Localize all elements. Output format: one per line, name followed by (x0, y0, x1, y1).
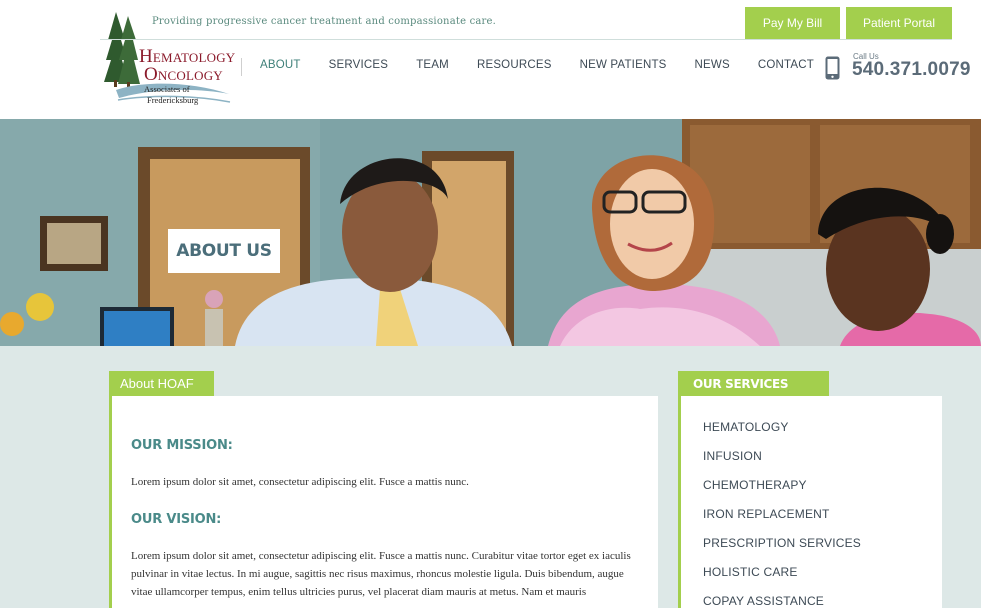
nav-item-contact[interactable]: CONTACT (744, 59, 828, 71)
nav-item-new-patients[interactable]: NEW PATIENTS (566, 59, 681, 71)
mission-heading: OUR MISSION: (131, 438, 233, 453)
hero-banner: ABOUT US (0, 119, 981, 346)
nav-item-team[interactable]: TEAM (402, 59, 463, 71)
service-link-iron-replacement[interactable]: IRON REPLACEMENT (703, 507, 861, 536)
vision-text: Lorem ipsum dolor sit amet, consectetur … (131, 550, 631, 598)
service-link-infusion[interactable]: INFUSION (703, 449, 861, 478)
mobile-phone-icon (825, 56, 840, 80)
nav-divider (241, 58, 242, 76)
service-link-copay-assistance[interactable]: COPAY ASSISTANCE (703, 594, 861, 608)
nav-item-resources[interactable]: RESOURCES (463, 59, 566, 71)
service-link-hematology[interactable]: HEMATOLOGY (703, 420, 861, 449)
service-link-holistic-care[interactable]: HOLISTIC CARE (703, 565, 861, 594)
about-hoaf-tab: About HOAF (109, 371, 214, 396)
site-header: Hematology Oncology Associates of Freder… (0, 0, 981, 119)
service-link-prescription-services[interactable]: PRESCRIPTION SERVICES (703, 536, 861, 565)
nav-item-news[interactable]: NEWS (681, 59, 744, 71)
hero-title: ABOUT US (176, 241, 272, 261)
main-nav: ABOUT SERVICES TEAM RESOURCES NEW PATIEN… (246, 59, 828, 71)
nav-item-services[interactable]: SERVICES (315, 59, 403, 71)
site-tagline: Providing progressive cancer treatment a… (152, 16, 497, 27)
services-list: HEMATOLOGY INFUSION CHEMOTHERAPY IRON RE… (703, 420, 861, 608)
logo-text-associates: Associates of (144, 84, 190, 94)
nav-item-about[interactable]: ABOUT (246, 59, 315, 71)
logo-text-oncology: Oncology (144, 64, 223, 85)
vision-heading: OUR VISION: (131, 512, 222, 527)
mission-text: Lorem ipsum dolor sit amet, consectetur … (131, 476, 469, 488)
logo-text-fredericksburg: Fredericksburg (147, 95, 199, 105)
patient-portal-button[interactable]: Patient Portal (846, 7, 952, 39)
pay-my-bill-button[interactable]: Pay My Bill (745, 7, 840, 39)
hero-photo (0, 119, 981, 346)
header-divider (100, 39, 952, 40)
service-link-chemotherapy[interactable]: CHEMOTHERAPY (703, 478, 861, 507)
our-services-tab: OUR SERVICES (678, 371, 829, 396)
hero-title-box: ABOUT US (168, 229, 280, 273)
phone-number[interactable]: 540.371.0079 (852, 59, 971, 81)
